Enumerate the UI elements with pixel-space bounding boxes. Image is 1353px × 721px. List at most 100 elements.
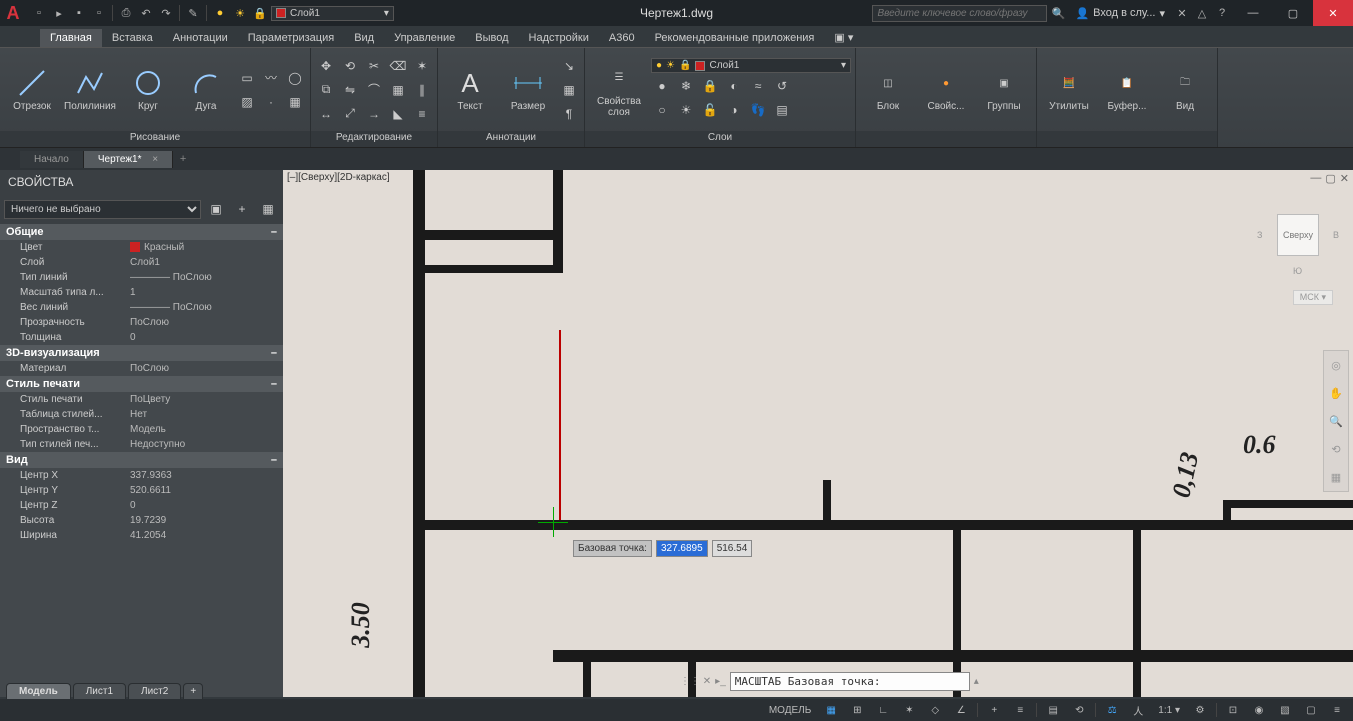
prop-row[interactable]: Масштаб типа л...1 <box>0 285 283 300</box>
table-icon[interactable]: ▦ <box>558 79 580 101</box>
extend-icon[interactable]: → <box>363 103 385 125</box>
leader-icon[interactable]: ↘ <box>558 55 580 77</box>
rect-icon[interactable]: ▭ <box>236 67 258 89</box>
prop-row[interactable]: Тип линий———— ПоСлою <box>0 270 283 285</box>
prop-row[interactable]: Центр Z0 <box>0 498 283 513</box>
layer-state-icon[interactable]: ▤ <box>771 99 793 121</box>
layer-freeze-icon[interactable]: ❄ <box>675 75 697 97</box>
new-tab-button[interactable]: + <box>173 149 193 169</box>
tab-insert[interactable]: Вставка <box>102 29 163 47</box>
utilities-button[interactable]: 🧮Утилиты <box>1041 51 1097 129</box>
hatch-icon[interactable]: ▨ <box>236 91 258 113</box>
anno-scale-icon[interactable]: ⚖ <box>1102 701 1122 719</box>
tab-home[interactable]: Главная <box>40 29 102 47</box>
customize-icon[interactable]: ≡ <box>1327 701 1347 719</box>
rotate-icon[interactable]: ⟲ <box>339 55 361 77</box>
circle-button[interactable]: Круг <box>120 51 176 129</box>
layer-unlock-icon[interactable]: 🔓 <box>699 99 721 121</box>
layer-match-icon[interactable]: ≈ <box>747 75 769 97</box>
scale-label[interactable]: 1:1 ▾ <box>1154 705 1184 716</box>
exchange-icon[interactable]: ✕ <box>1173 4 1191 22</box>
ellipse-icon[interactable]: ◯ <box>284 67 306 89</box>
prop-row[interactable]: Таблица стилей...Нет <box>0 407 283 422</box>
tab-view[interactable]: Вид <box>344 29 384 47</box>
tab-start[interactable]: Начало <box>20 151 84 168</box>
anno-vis-icon[interactable]: 人 <box>1128 701 1148 719</box>
prop-group-plot[interactable]: Стиль печати– <box>0 376 283 392</box>
tab-sheet1[interactable]: Лист1 <box>73 683 126 699</box>
prop-row[interactable]: Вес линий———— ПоСлою <box>0 300 283 315</box>
snap-icon[interactable]: ⊞ <box>847 701 867 719</box>
layer-off-icon[interactable]: ● <box>651 75 673 97</box>
erase-icon[interactable]: ⌫ <box>387 55 409 77</box>
line-button[interactable]: Отрезок <box>4 51 60 129</box>
wcs-label[interactable]: МСК ▾ <box>1293 290 1333 305</box>
undo-icon[interactable]: ↶ <box>137 4 155 22</box>
prop-row[interactable]: СлойСлой1 <box>0 255 283 270</box>
tab-drawing[interactable]: Чертеж1* × <box>84 151 173 168</box>
pan-icon[interactable]: ✋ <box>1324 379 1348 407</box>
tab-model[interactable]: Модель <box>6 683 71 699</box>
mirror-icon[interactable]: ⇋ <box>339 79 361 101</box>
copy-icon[interactable]: ⧉ <box>315 79 337 101</box>
dimension-button[interactable]: Размер <box>500 51 556 129</box>
chamfer-icon[interactable]: ◣ <box>387 103 409 125</box>
search-icon[interactable]: 🔍 <box>1049 4 1067 22</box>
tab-sheet2[interactable]: Лист2 <box>128 683 181 699</box>
layer-thaw-icon[interactable]: ☀ <box>675 99 697 121</box>
showmotion-icon[interactable]: ▦ <box>1324 463 1348 491</box>
tab-overflow[interactable]: ▣ ▾ <box>824 28 863 47</box>
prop-row[interactable]: МатериалПоСлою <box>0 361 283 376</box>
spline-icon[interactable]: 〰 <box>260 67 282 89</box>
panel-draw-title[interactable]: Рисование <box>0 131 310 147</box>
tab-a360[interactable]: A360 <box>599 29 645 47</box>
tab-output[interactable]: Вывод <box>465 29 518 47</box>
ortho-icon[interactable]: ∟ <box>873 701 893 719</box>
selection-dropdown[interactable]: Ничего не выбрано <box>4 200 201 219</box>
array-icon[interactable]: ▦ <box>387 79 409 101</box>
trim-icon[interactable]: ✂ <box>363 55 385 77</box>
zoom-extents-icon[interactable]: 🔍 <box>1324 407 1348 435</box>
move-icon[interactable]: ✥ <box>315 55 337 77</box>
saveas-icon[interactable]: ▫ <box>90 4 108 22</box>
tab-addins[interactable]: Надстройки <box>519 29 599 47</box>
layer-lock-icon[interactable]: 🔒 <box>699 75 721 97</box>
cmd-history-icon[interactable]: ▴ <box>974 676 979 687</box>
prop-row[interactable]: Пространство т...Модель <box>0 422 283 437</box>
prop-row[interactable]: Ширина41.2054 <box>0 528 283 543</box>
polar-icon[interactable]: ✶ <box>899 701 919 719</box>
panel-layers-title[interactable]: Слои <box>585 131 855 147</box>
prop-group-view[interactable]: Вид– <box>0 452 283 468</box>
mtext-icon[interactable]: ¶ <box>558 103 580 125</box>
cloud-icon[interactable]: △ <box>1193 4 1211 22</box>
coord-x-input[interactable]: 327.6895 <box>656 540 708 557</box>
search-input[interactable] <box>872 5 1047 22</box>
view-cube[interactable]: Сверху З В Ю <box>1263 200 1333 270</box>
layer-quick-select[interactable]: Слой1 ▾ <box>271 6 394 21</box>
text-button[interactable]: AТекст <box>442 51 498 129</box>
dyn-input-icon[interactable]: + <box>984 701 1004 719</box>
prop-row[interactable]: Высота19.7239 <box>0 513 283 528</box>
tab-manage[interactable]: Управление <box>384 29 465 47</box>
point-icon[interactable]: · <box>260 91 282 113</box>
layer-dropdown[interactable]: ●☀🔒 Слой1 ▾ <box>651 58 851 73</box>
layer-uniso-icon[interactable]: ◑ <box>723 99 745 121</box>
region-icon[interactable]: ▦ <box>284 91 306 113</box>
gear-icon[interactable]: ⚙ <box>1190 701 1210 719</box>
orbit-icon[interactable]: ⟲ <box>1324 435 1348 463</box>
status-model[interactable]: МОДЕЛЬ <box>765 705 815 716</box>
block-button[interactable]: ◫Блок <box>860 51 916 129</box>
layer-on-icon[interactable]: ○ <box>651 99 673 121</box>
pick-add-icon[interactable]: + <box>231 198 253 220</box>
lock-icon[interactable]: 🔒 <box>251 4 269 22</box>
arc-button[interactable]: Дуга <box>178 51 234 129</box>
prop-group-viz3d[interactable]: 3D-визуализация– <box>0 345 283 361</box>
osnap-icon[interactable]: ◇ <box>925 701 945 719</box>
prop-row[interactable]: Тип стилей печ...Недоступно <box>0 437 283 452</box>
maximize-button[interactable]: ▢ <box>1273 0 1313 26</box>
workspace-icon[interactable]: ⊡ <box>1223 701 1243 719</box>
tab-parametric[interactable]: Параметризация <box>238 29 344 47</box>
add-layout-button[interactable]: + <box>183 683 203 699</box>
prop-row[interactable]: ПрозрачностьПоСлою <box>0 315 283 330</box>
explode-icon[interactable]: ✶ <box>411 55 433 77</box>
